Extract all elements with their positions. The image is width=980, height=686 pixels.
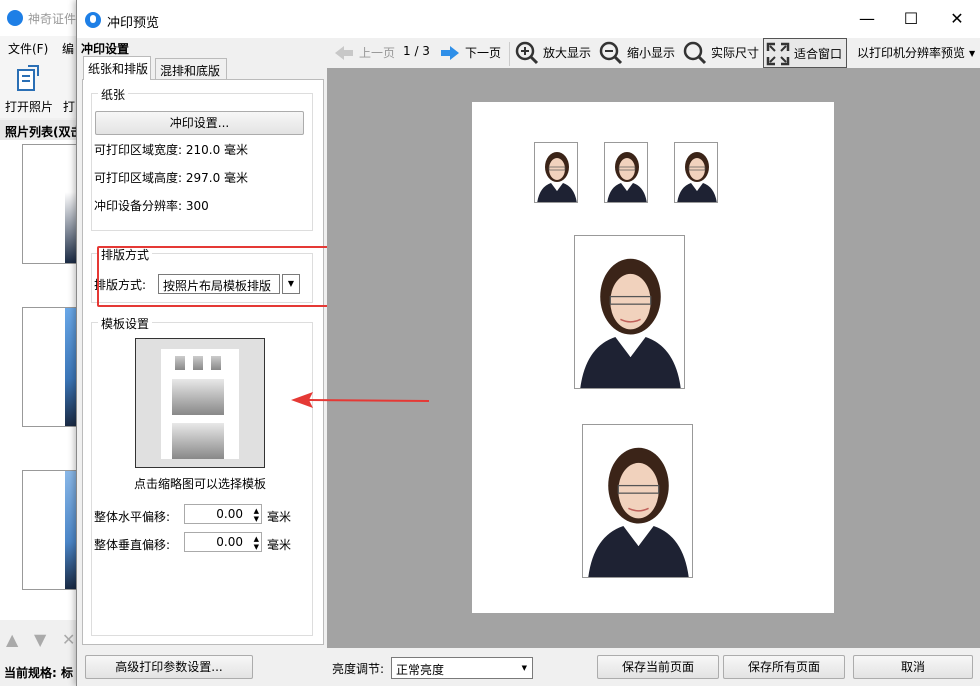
printable-height: 可打印区域高度: 297.0 毫米 xyxy=(94,171,249,185)
spin-up-icon[interactable]: ▲ xyxy=(254,508,259,515)
bg-app-title: 神奇证件 xyxy=(28,12,77,26)
actual-size-icon[interactable] xyxy=(683,41,707,65)
template-paper xyxy=(161,349,239,459)
move-up-icon[interactable]: ▲ xyxy=(6,630,22,649)
v-offset-input[interactable]: 0.00 ▲ ▼ xyxy=(184,532,262,552)
printer-resolution-button[interactable]: 以打印机分辨率预览 xyxy=(857,44,965,61)
save-current-page-button[interactable]: 保存当前页面 xyxy=(597,655,719,679)
paper-group: 纸张 冲印设置... 可打印区域宽度: 210.0 毫米 可打印区域高度: 29… xyxy=(91,86,313,231)
bg-toolbar-second[interactable]: 打 xyxy=(63,98,75,115)
spin-down-icon[interactable]: ▼ xyxy=(254,516,259,523)
prev-page-icon[interactable] xyxy=(333,44,355,62)
zoom-out-button[interactable]: 缩小显示 xyxy=(627,44,675,61)
page-indicator: 1 / 3 xyxy=(403,44,430,58)
h-offset-unit: 毫米 xyxy=(267,510,292,524)
print-settings-button[interactable]: 冲印设置... xyxy=(95,111,304,135)
annotation-highlight-frame xyxy=(97,246,337,307)
id-photo-large xyxy=(574,235,685,389)
id-photo-small xyxy=(604,142,648,203)
v-offset-unit: 毫米 xyxy=(267,538,292,552)
template-small-photo xyxy=(193,356,203,370)
cancel-button[interactable]: 取消 xyxy=(853,655,973,679)
spin-down-icon[interactable]: ▼ xyxy=(254,544,259,551)
bg-menu-edit[interactable]: 编 xyxy=(62,40,74,57)
portrait-image xyxy=(605,143,647,202)
photo-thumb[interactable] xyxy=(22,470,80,590)
template-group-title: 模板设置 xyxy=(98,315,153,332)
move-down-icon[interactable]: ▼ xyxy=(34,630,50,649)
brightness-dropdown-icon[interactable]: ▼ xyxy=(522,664,527,672)
bg-menu-file[interactable]: 文件(F) xyxy=(8,40,48,57)
id-photo-small xyxy=(674,142,718,203)
portrait-image xyxy=(535,143,577,202)
printable-width: 可打印区域宽度: 210.0 毫米 xyxy=(94,143,249,157)
close-button[interactable]: ✕ xyxy=(937,6,977,32)
h-offset-input[interactable]: 0.00 ▲ ▼ xyxy=(184,504,262,524)
minimize-button[interactable]: — xyxy=(847,6,887,32)
template-large-photo xyxy=(172,379,224,415)
app-logo-icon xyxy=(7,10,23,26)
annotation-arrow-icon xyxy=(291,392,430,408)
h-offset-label: 整体水平偏移: xyxy=(94,510,171,524)
zoom-in-button[interactable]: 放大显示 xyxy=(543,44,591,61)
template-thumbnail[interactable] xyxy=(135,338,265,468)
template-small-photo xyxy=(175,356,185,370)
app-logo-icon xyxy=(85,12,101,28)
id-photo-small xyxy=(534,142,578,203)
preview-toolbar: 上一页 1 / 3 下一页 放大显示 缩小显示 实际尺寸 适合窗口 以打印机分辨… xyxy=(327,38,980,68)
portrait-image xyxy=(583,425,692,577)
zoom-out-icon[interactable] xyxy=(599,41,623,65)
open-photo-button[interactable]: 打开照片 xyxy=(5,98,53,115)
actual-size-button[interactable]: 实际尺寸 xyxy=(711,44,759,61)
paper-group-title: 纸张 xyxy=(98,86,129,103)
photo-list-header: 照片列表(双击 xyxy=(0,120,80,140)
template-large-photo xyxy=(172,423,224,459)
zoom-in-icon[interactable] xyxy=(515,41,539,65)
dialog-title: 冲印预览 xyxy=(107,16,160,31)
brightness-label: 亮度调节: xyxy=(332,662,385,676)
v-offset-label: 整体垂直偏移: xyxy=(94,538,171,552)
fit-window-icon xyxy=(766,42,790,66)
prev-page-button[interactable]: 上一页 xyxy=(359,44,395,61)
photo-list[interactable] xyxy=(0,140,80,620)
portrait-image xyxy=(675,143,717,202)
tab-mix-base[interactable]: 混排和底版 xyxy=(155,58,227,80)
bg-titlebar: 神奇证件 xyxy=(0,0,80,36)
open-photo-icon[interactable] xyxy=(12,64,42,94)
tab-paper-layout[interactable]: 纸张和排版 xyxy=(83,56,151,80)
save-all-pages-button[interactable]: 保存所有页面 xyxy=(723,655,845,679)
printer-res-dropdown-icon[interactable]: ▼ xyxy=(969,49,975,58)
fit-window-toggle[interactable]: 适合窗口 xyxy=(763,38,847,68)
id-photo-large xyxy=(582,424,693,578)
panel-header: 冲印设置 xyxy=(81,42,130,56)
preview-area[interactable] xyxy=(327,68,980,648)
template-small-photo xyxy=(211,356,221,370)
current-spec-status: 当前规格: 标 xyxy=(4,666,73,680)
next-page-button[interactable]: 下一页 xyxy=(465,44,501,61)
fit-window-label: 适合窗口 xyxy=(794,47,843,61)
dialog-titlebar: 冲印预览 — ☐ ✕ xyxy=(77,0,980,38)
print-preview-dialog: 冲印预览 — ☐ ✕ 冲印设置 纸张和排版 混排和底版 纸张 冲印设置... 可… xyxy=(76,0,980,686)
spin-up-icon[interactable]: ▲ xyxy=(254,536,259,543)
maximize-button[interactable]: ☐ xyxy=(891,6,931,32)
advanced-print-settings-button[interactable]: 高级打印参数设置... xyxy=(85,655,253,679)
template-hint: 点击缩略图可以选择模板 xyxy=(134,477,267,491)
photo-thumb[interactable] xyxy=(22,144,80,264)
portrait-image xyxy=(575,236,684,388)
dialog-bottom-bar: 高级打印参数设置... 亮度调节: 正常亮度 ▼ 保存当前页面 保存所有页面 取… xyxy=(77,648,980,686)
device-dpi: 冲印设备分辨率: 300 xyxy=(94,199,209,213)
brightness-select[interactable]: 正常亮度 ▼ xyxy=(391,657,533,679)
next-page-icon[interactable] xyxy=(439,44,461,62)
photo-thumb[interactable] xyxy=(22,307,80,427)
preview-page xyxy=(472,102,834,613)
